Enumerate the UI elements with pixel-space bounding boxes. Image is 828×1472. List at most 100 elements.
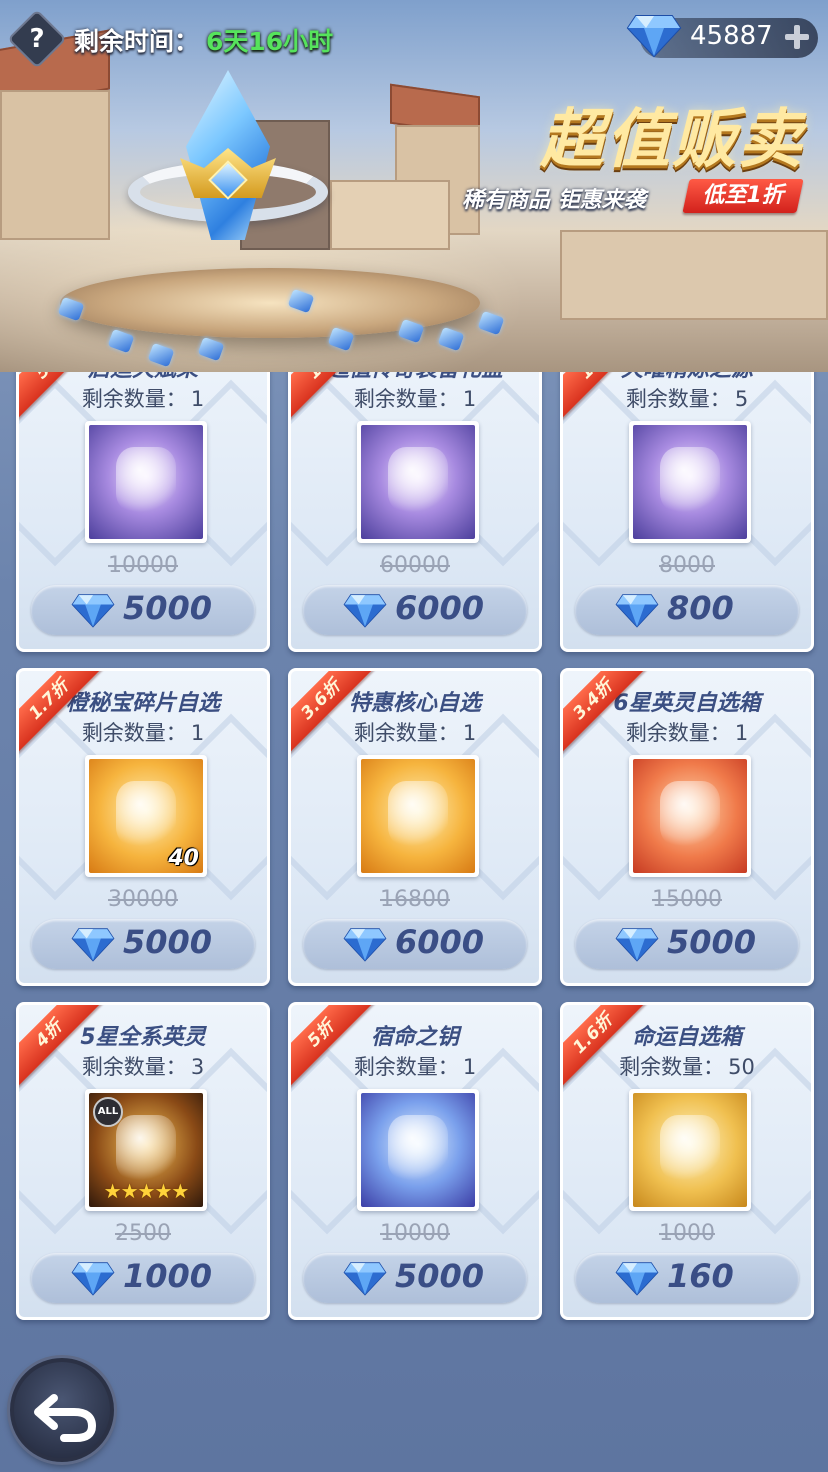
- hero-helmet-icon: [633, 759, 747, 873]
- item-icon-frame[interactable]: [85, 421, 207, 543]
- price: 1000: [123, 1257, 213, 1295]
- price: 160: [667, 1257, 734, 1295]
- banner-subtitle: 稀有商品 钜惠来袭: [462, 188, 646, 213]
- item-icon-frame[interactable]: ALL ★★★★★: [85, 1089, 207, 1211]
- item-card[interactable]: 1折天曜精炼之源剩余数量：58000800: [560, 372, 814, 652]
- remaining-count: 剩余数量： 1: [19, 383, 267, 413]
- item-card[interactable]: 1.7折 橙秘宝碎片自选 剩余数量： 1 40 30000 5000: [16, 668, 270, 986]
- star-rating: ★★★★★: [103, 1179, 190, 1203]
- fate-chest-icon: [633, 1093, 747, 1207]
- buy-button[interactable]: 160: [575, 1253, 799, 1303]
- discount-tag-label: 低至1折: [702, 183, 784, 208]
- building: [0, 90, 110, 240]
- remaining-value: 1: [462, 387, 477, 411]
- diamond-icon: [71, 925, 115, 963]
- talent-fruit-icon: [89, 425, 203, 539]
- original-price: 10000: [108, 553, 178, 578]
- remaining-label: 剩余数量：: [353, 721, 459, 745]
- diamond-icon: [343, 1259, 387, 1297]
- item-icon-frame[interactable]: [629, 1089, 751, 1211]
- item-card[interactable]: 5折启迪天赋果剩余数量：1100005000: [16, 372, 270, 652]
- remaining-label: 剩余数量：: [81, 1055, 187, 1079]
- diamond-icon: [626, 12, 682, 58]
- back-arrow-icon: [34, 1394, 97, 1442]
- item-card[interactable]: 3.6折 特惠核心自选 剩余数量： 1 16800 6000: [288, 668, 542, 986]
- item-icon-frame[interactable]: [357, 1089, 479, 1211]
- remaining-label: 剩余数量：: [81, 387, 187, 411]
- all-hero-icon: ALL ★★★★★: [89, 1093, 203, 1207]
- item-art: [660, 1115, 720, 1181]
- discount-tag: 低至1折: [682, 179, 804, 213]
- item-card[interactable]: 1折超值传奇装备礼盒剩余数量：1600006000: [288, 372, 542, 652]
- gem-shard-icon: [197, 336, 225, 362]
- remaining-count: 剩余数量： 5: [563, 383, 811, 413]
- all-badge: ALL: [93, 1097, 123, 1127]
- original-price: 1000: [659, 1221, 715, 1246]
- timer-value: 6天16小时: [206, 27, 334, 56]
- original-price: 60000: [380, 553, 450, 578]
- treasure-chest-icon: 40: [89, 759, 203, 873]
- original-price: 10000: [380, 1221, 450, 1246]
- diamond-icon: [615, 925, 659, 963]
- item-art: [388, 447, 448, 513]
- item-icon-frame[interactable]: [629, 755, 751, 877]
- gem-shard-icon: [477, 310, 505, 336]
- price: 800: [667, 589, 734, 627]
- remaining-label: 剩余数量：: [353, 1055, 459, 1079]
- plus-icon[interactable]: [780, 20, 814, 54]
- diamond-icon: [615, 1259, 659, 1297]
- price: 6000: [395, 923, 485, 961]
- item-art: [660, 781, 720, 847]
- item-grid: 5折启迪天赋果剩余数量：11000050001折超值传奇装备礼盒剩余数量：160…: [0, 372, 828, 1352]
- remaining-value: 50: [728, 1055, 755, 1079]
- building: [330, 180, 450, 250]
- original-price: 15000: [652, 887, 722, 912]
- legendary-armor-icon: [361, 425, 475, 539]
- item-art: [116, 1115, 176, 1181]
- item-icon-frame[interactable]: 40: [85, 755, 207, 877]
- diamond-icon: [343, 925, 387, 963]
- item-icon-frame[interactable]: [357, 421, 479, 543]
- buy-button[interactable]: 5000: [31, 585, 255, 635]
- back-button[interactable]: [10, 1358, 114, 1462]
- price: 5000: [667, 923, 757, 961]
- remaining-label: 剩余数量：: [81, 721, 187, 745]
- remaining-count: 剩余数量： 50: [563, 1051, 811, 1081]
- buy-button[interactable]: 1000: [31, 1253, 255, 1303]
- item-card[interactable]: 5折 宿命之钥 剩余数量： 1 10000 5000: [288, 1002, 542, 1320]
- diamond-icon: [71, 591, 115, 629]
- price: 5000: [395, 1257, 485, 1295]
- remaining-value: 1: [190, 387, 205, 411]
- buy-button[interactable]: 6000: [303, 919, 527, 969]
- remaining-value: 1: [190, 721, 205, 745]
- timer-label: 剩余时间：: [74, 27, 200, 56]
- item-card[interactable]: 4折 5星全系英灵 剩余数量： 3 ALL ★★★★★ 2500 1000: [16, 1002, 270, 1320]
- banner-title: 超值贩卖: [540, 103, 804, 177]
- original-price: 8000: [659, 553, 715, 578]
- remaining-value: 5: [734, 387, 749, 411]
- buy-button[interactable]: 5000: [31, 919, 255, 969]
- original-price: 30000: [108, 887, 178, 912]
- currency-amount: 45887: [690, 21, 773, 51]
- original-price: 2500: [115, 1221, 171, 1246]
- remaining-label: 剩余数量：: [625, 721, 731, 745]
- destiny-key-icon: [361, 1093, 475, 1207]
- buy-button[interactable]: 5000: [575, 919, 799, 969]
- item-card[interactable]: 3.4折 6星英灵自选箱 剩余数量： 1 15000 5000: [560, 668, 814, 986]
- price: 5000: [123, 589, 213, 627]
- buy-button[interactable]: 6000: [303, 585, 527, 635]
- help-icon: ?: [29, 24, 45, 54]
- remaining-value: 3: [190, 1055, 205, 1079]
- original-price: 16800: [380, 887, 450, 912]
- buy-button[interactable]: 5000: [303, 1253, 527, 1303]
- remaining-value: 1: [734, 721, 749, 745]
- remaining-count: 剩余数量： 3: [19, 1051, 267, 1081]
- item-icon-frame[interactable]: [357, 755, 479, 877]
- buy-button[interactable]: 800: [575, 585, 799, 635]
- diamond-icon: [343, 591, 387, 629]
- item-card[interactable]: 1.6折 命运自选箱 剩余数量： 50 1000 160: [560, 1002, 814, 1320]
- item-icon-frame[interactable]: [629, 421, 751, 543]
- remaining-value: 1: [462, 1055, 477, 1079]
- price: 5000: [123, 923, 213, 961]
- building: [560, 230, 828, 320]
